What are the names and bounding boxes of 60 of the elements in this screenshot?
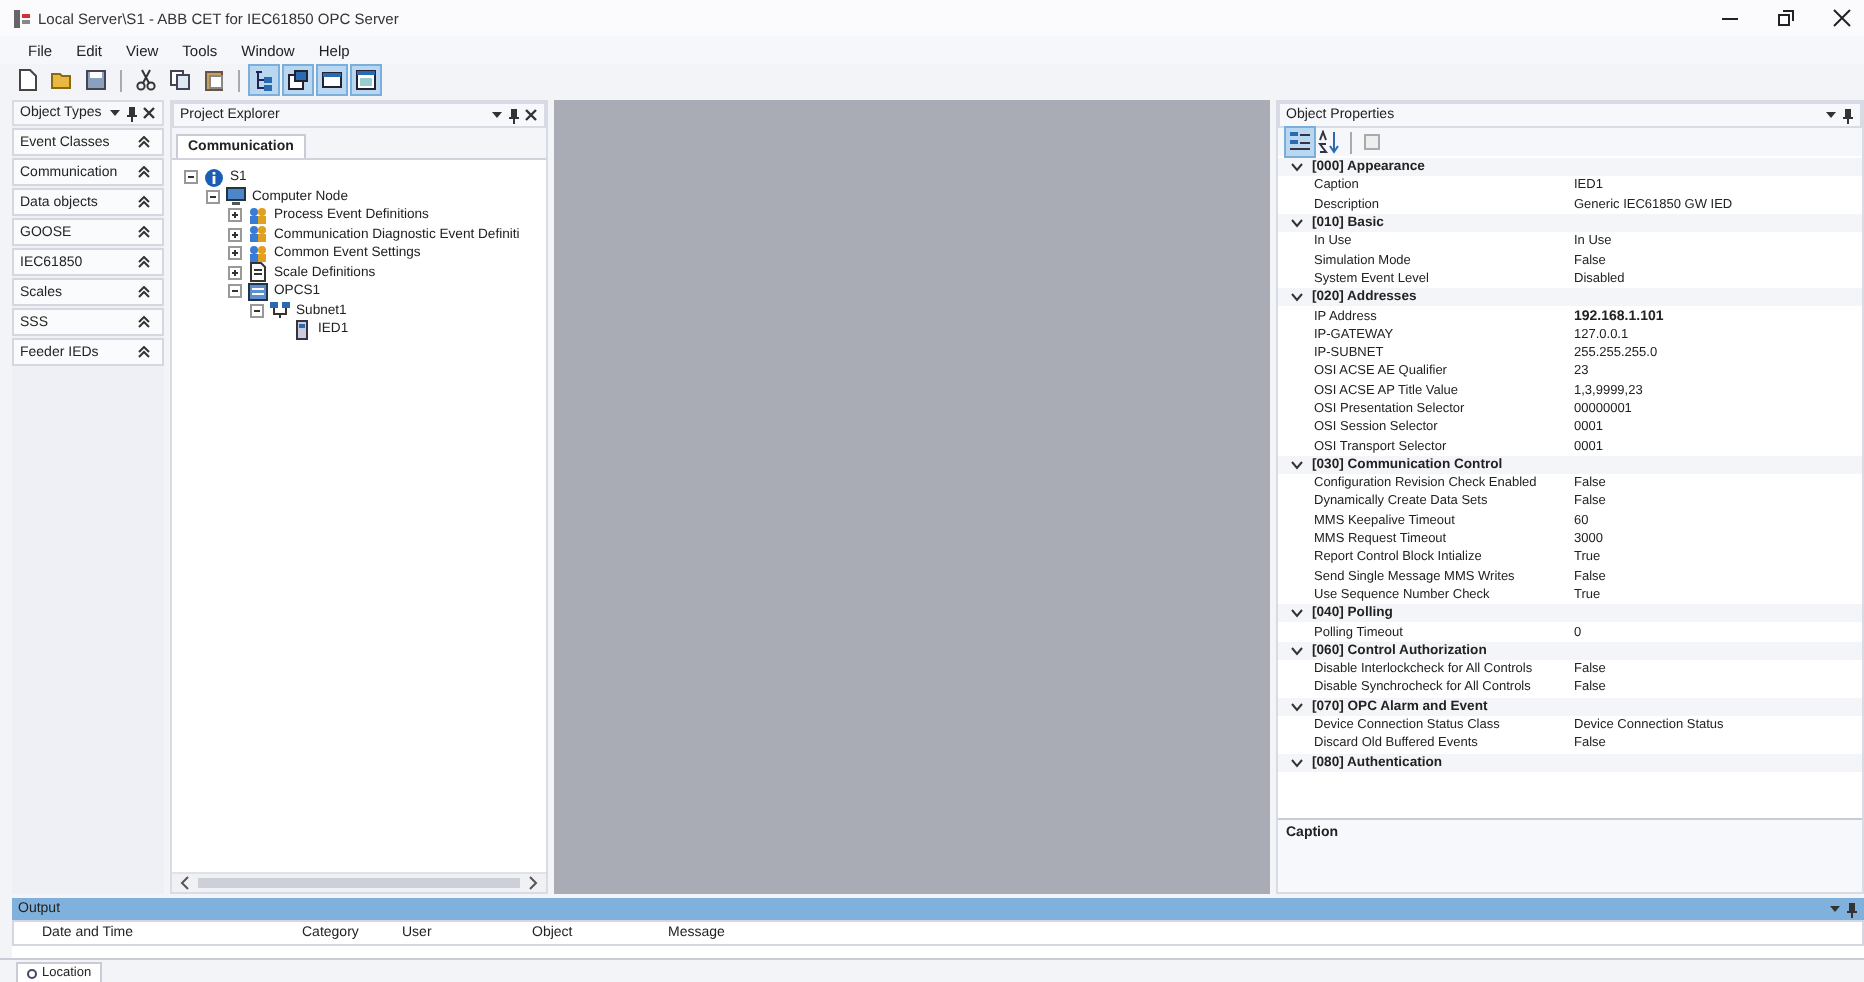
panel-icon[interactable] (318, 66, 346, 94)
panel-icon[interactable] (352, 66, 380, 94)
network-icon (270, 300, 290, 321)
expand-icon[interactable] (228, 227, 242, 242)
dropdown-icon[interactable] (1824, 108, 1838, 122)
chevron-down-icon[interactable] (1290, 290, 1304, 305)
expand-icon[interactable] (228, 246, 242, 261)
expand-icon[interactable] (228, 208, 242, 223)
horizontal-scrollbar[interactable] (172, 872, 546, 892)
people-icon (248, 224, 268, 245)
cut-icon[interactable] (132, 66, 160, 94)
collapse-icon[interactable] (206, 189, 220, 204)
device-icon (292, 319, 312, 340)
chevron-up-icon (138, 196, 150, 208)
sort-alphabetical-icon[interactable] (1316, 128, 1344, 156)
window-icon[interactable] (284, 66, 312, 94)
collapse-icon[interactable] (250, 303, 264, 318)
pin-icon[interactable] (508, 107, 520, 123)
chevron-up-icon (138, 316, 150, 328)
tree-view-icon[interactable] (250, 66, 278, 94)
copy-icon[interactable] (166, 66, 194, 94)
document-icon (248, 262, 268, 283)
chevron-down-icon[interactable] (1290, 643, 1304, 658)
chevron-up-icon (138, 136, 150, 148)
chevron-down-icon[interactable] (1290, 457, 1304, 472)
dropdown-icon[interactable] (108, 106, 122, 120)
chevron-up-icon (138, 256, 150, 268)
chevron-down-icon[interactable] (1290, 699, 1304, 714)
chevron-up-icon (138, 166, 150, 178)
chevron-up-icon (138, 286, 150, 298)
pin-icon[interactable] (1846, 901, 1858, 917)
scroll-left-icon[interactable] (180, 876, 190, 890)
chevron-down-icon[interactable] (1290, 755, 1304, 770)
scroll-right-icon[interactable] (528, 876, 538, 890)
people-icon (248, 243, 268, 264)
close-icon[interactable] (1832, 8, 1852, 28)
chevron-up-icon (138, 346, 150, 358)
computer-icon (226, 186, 246, 207)
save-icon[interactable] (82, 66, 110, 94)
people-icon (248, 205, 268, 226)
collapse-icon[interactable] (184, 170, 198, 185)
chevron-up-icon (138, 226, 150, 238)
close-icon[interactable] (142, 106, 156, 120)
server-icon (248, 281, 268, 302)
pin-icon[interactable] (126, 105, 138, 121)
chevron-down-icon[interactable] (1290, 216, 1304, 231)
collapse-icon[interactable] (228, 284, 242, 299)
app-icon (12, 7, 32, 29)
restore-icon[interactable] (1776, 8, 1796, 28)
chevron-down-icon[interactable] (1290, 160, 1304, 175)
close-icon[interactable] (524, 108, 538, 122)
categorized-icon[interactable] (1286, 128, 1314, 156)
chevron-down-icon[interactable] (1290, 606, 1304, 621)
dropdown-icon[interactable] (1828, 901, 1842, 915)
dropdown-icon[interactable] (490, 108, 504, 122)
expand-icon[interactable] (228, 265, 242, 280)
paste-icon[interactable] (200, 66, 228, 94)
pin-icon[interactable] (1842, 107, 1854, 123)
info-icon (204, 167, 224, 188)
location-icon (26, 967, 38, 979)
